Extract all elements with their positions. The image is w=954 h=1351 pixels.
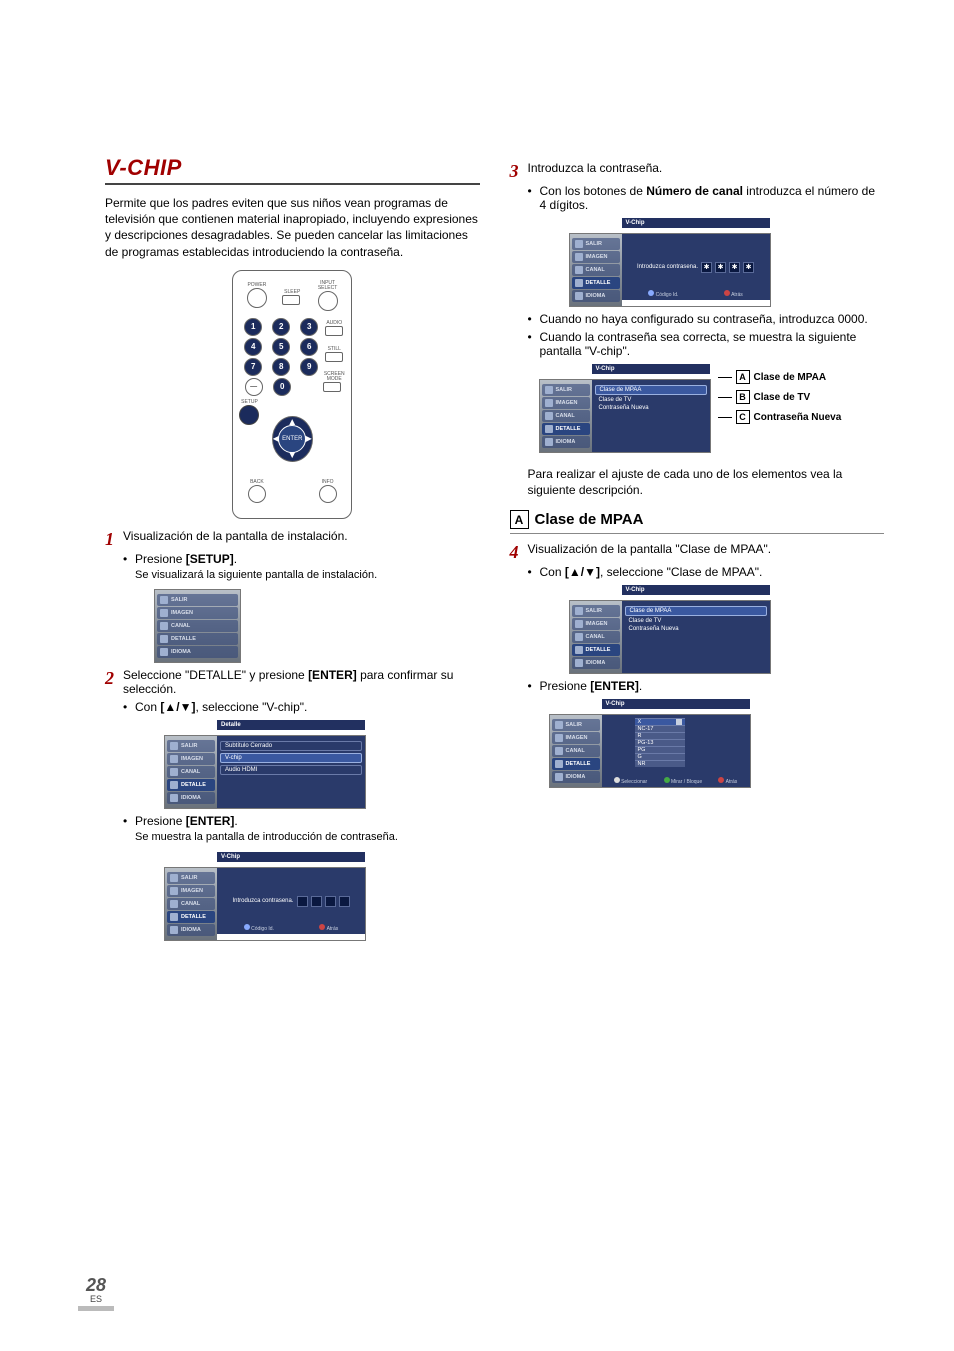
step-3-bullet-3: Cuando la contraseña sea correcta, se mu… xyxy=(528,330,885,358)
label-screen: SCREEN MODE xyxy=(323,372,345,382)
digit-0: 0 xyxy=(273,378,291,396)
screen-mode-button xyxy=(323,382,341,392)
section-letter: A xyxy=(510,510,529,529)
label-setup: SETUP xyxy=(239,400,259,405)
step-3-bullet-2: Cuando no haya configurado su contraseña… xyxy=(528,312,885,326)
osd-setup-menu: SALIR IMAGEN CANAL DETALLE IDIOMA xyxy=(155,590,240,662)
annotation-labels: A Clase de MPAA B Clase de TV C Contrase… xyxy=(718,364,842,430)
osd-password-empty: SALIR IMAGEN CANAL DETALLE IDIOMA Introd… xyxy=(165,868,365,940)
page-number: 28 ES xyxy=(78,1275,114,1311)
label-audio: AUDIO xyxy=(325,321,343,326)
step-2-bullet-2: Presione [ENTER]. xyxy=(123,814,480,828)
label-still: STILL xyxy=(325,347,343,352)
osd-vchip-title: V-Chip xyxy=(217,852,365,862)
audio-button xyxy=(325,326,343,336)
label-box-c: C xyxy=(736,410,750,424)
pw-box xyxy=(297,896,308,907)
pw-prompt: Introduzca contrasena. xyxy=(637,264,698,270)
step-4: 4 Visualización de la pantalla "Clase de… xyxy=(510,542,885,561)
power-button xyxy=(247,288,267,308)
osd-detalle-title: Detalle xyxy=(217,720,365,730)
dash-button: — xyxy=(245,378,263,396)
digit-3: 3 xyxy=(300,318,318,336)
right-column: 3 Introduzca la contraseña. Con los boto… xyxy=(510,155,885,946)
pw-box: ✱ xyxy=(743,262,754,273)
setup-button xyxy=(239,405,259,425)
step-2: 2 Seleccione "DETALLE" y presione [ENTER… xyxy=(105,668,480,696)
pw-box: ✱ xyxy=(715,262,726,273)
label-box-a: A xyxy=(736,370,750,384)
section-a-heading: A Clase de MPAA xyxy=(510,510,885,529)
pw-box xyxy=(311,896,322,907)
digit-8: 8 xyxy=(272,358,290,376)
digit-2: 2 xyxy=(272,318,290,336)
step-1: 1 Visualización de la pantalla de instal… xyxy=(105,529,480,548)
left-column: V-CHIP Permite que los padres eviten que… xyxy=(105,155,480,946)
step-1-text: Visualización de la pantalla de instalac… xyxy=(123,529,480,543)
step-3-bullet-1: Con los botones de Número de canal intro… xyxy=(528,184,885,212)
sleep-button xyxy=(282,295,300,305)
digit-9: 9 xyxy=(300,358,318,376)
step-1-sub: Se visualizará la siguiente pantalla de … xyxy=(135,568,480,582)
label-sleep: SLEEP xyxy=(282,290,302,295)
osd-vchip-title: V-Chip xyxy=(622,218,770,228)
intro-paragraph: Permite que los padres eviten que sus ni… xyxy=(105,195,480,260)
dpad: ▲ ▼ ◀ ▶ ENTER xyxy=(260,404,325,474)
step-number: 2 xyxy=(105,668,123,687)
step-4-bullet-2: Presione [ENTER]. xyxy=(528,679,885,693)
pw-box: ✱ xyxy=(729,262,740,273)
pw-box: ✱ xyxy=(701,262,712,273)
section-rule xyxy=(510,533,885,534)
osd-opt-mpaa: Clase de MPAA xyxy=(595,385,707,395)
info-button xyxy=(319,485,337,503)
digit-4: 4 xyxy=(244,338,262,356)
page: V-CHIP Permite que los padres eviten que… xyxy=(0,0,954,1351)
digit-5: 5 xyxy=(272,338,290,356)
osd-opt-audiohdmi: Audio HDMI xyxy=(220,765,362,775)
digit-6: 6 xyxy=(300,338,318,356)
step-3-tail: Para realizar el ajuste de cada uno de l… xyxy=(528,466,885,498)
step-2-text: Seleccione "DETALLE" y presione [ENTER] … xyxy=(123,668,480,696)
step-2-bullet-1: Con [▲/▼], seleccione "V-chip". xyxy=(123,700,480,714)
step-number: 3 xyxy=(510,161,528,180)
step-number: 1 xyxy=(105,529,123,548)
step-1-bullet-1: Presione [SETUP]. xyxy=(123,552,480,566)
page-number-bar xyxy=(78,1306,114,1311)
page-lang: ES xyxy=(78,1294,114,1304)
pw-box xyxy=(339,896,350,907)
osd-vchip-menu-annotated: V-Chip SALIR IMAGEN CANAL DETALLE IDIOMA… xyxy=(540,364,885,458)
section-title: V-CHIP xyxy=(105,155,480,181)
remote-illustration: POWER SLEEP INPUT SELECT 123 456 789 —0 … xyxy=(105,270,480,519)
osd-opt-tv: Clase de TV xyxy=(595,397,707,403)
osd-opt-vchip: V-chip xyxy=(220,753,362,763)
pw-box xyxy=(325,896,336,907)
title-rule xyxy=(105,183,480,185)
enter-button: ENTER xyxy=(278,425,306,453)
label-input: INPUT SELECT xyxy=(318,281,338,291)
step-3: 3 Introduzca la contraseña. xyxy=(510,161,885,180)
input-button xyxy=(318,291,338,311)
step-number: 4 xyxy=(510,542,528,561)
step-4-bullet-1: Con [▲/▼], seleccione "Clase de MPAA". xyxy=(528,565,885,579)
digit-7: 7 xyxy=(244,358,262,376)
osd-opt-newpw: Contraseña Nueva xyxy=(595,405,707,411)
section-heading-text: Clase de MPAA xyxy=(535,511,644,528)
remote-body: POWER SLEEP INPUT SELECT 123 456 789 —0 … xyxy=(232,270,352,519)
step-4-text: Visualización de la pantalla "Clase de M… xyxy=(528,542,885,556)
page-number-value: 28 xyxy=(78,1275,114,1296)
osd-vchip-menu-select: SALIR IMAGEN CANAL DETALLE IDIOMA Clase … xyxy=(570,601,770,673)
digit-1: 1 xyxy=(244,318,262,336)
back-button xyxy=(248,485,266,503)
osd-opt-subtitulo: Subtítulo Cerrado xyxy=(220,741,362,751)
still-button xyxy=(325,352,343,362)
two-column-layout: V-CHIP Permite que los padres eviten que… xyxy=(105,155,884,946)
osd-detalle-menu: SALIR IMAGEN CANAL DETALLE IDIOMA Subtít… xyxy=(165,736,365,808)
pw-prompt: Introduzca contrasena. xyxy=(232,898,293,904)
osd-mpaa-ratings: SALIR IMAGEN CANAL DETALLE IDIOMA X NC-1… xyxy=(550,715,750,787)
step-3-text: Introduzca la contraseña. xyxy=(528,161,885,175)
step-2-sub: Se muestra la pantalla de introducción d… xyxy=(135,830,480,844)
label-box-b: B xyxy=(736,390,750,404)
osd-password-filled: SALIR IMAGEN CANAL DETALLE IDIOMA Introd… xyxy=(570,234,770,306)
